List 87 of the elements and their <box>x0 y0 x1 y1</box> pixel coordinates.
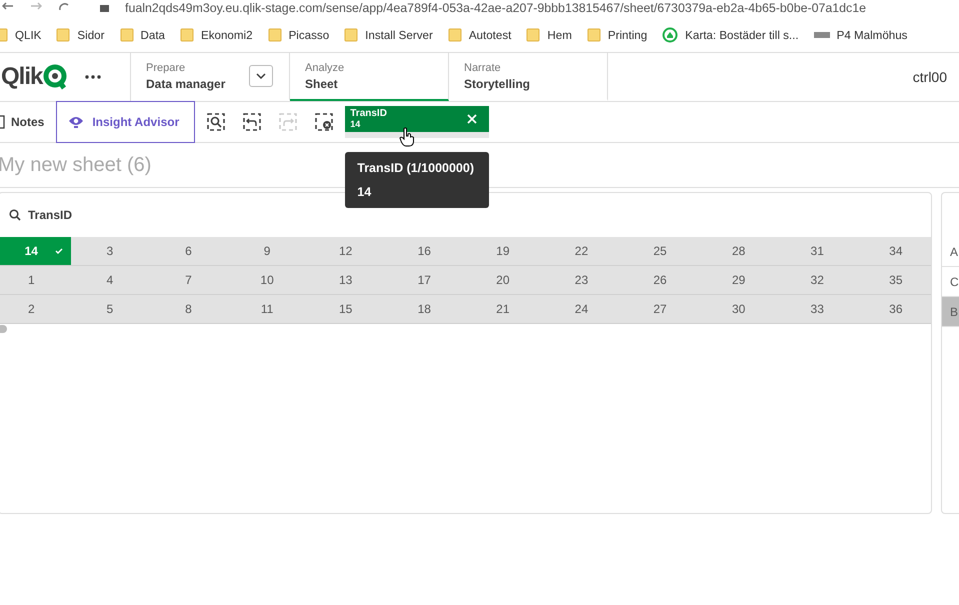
listbox-value[interactable]: 3 <box>70 237 150 266</box>
listbox-value[interactable]: 22 <box>542 237 621 266</box>
listbox-value[interactable]: 24 <box>542 295 621 324</box>
listbox-value[interactable]: 1 <box>0 266 71 295</box>
folder-icon <box>586 28 601 42</box>
scrollbar-thumb[interactable] <box>0 325 7 333</box>
house-icon <box>662 27 678 43</box>
selection-pill[interactable]: TransID 14 <box>345 106 490 138</box>
listbox-value[interactable]: 13 <box>306 266 385 295</box>
listbox-value[interactable]: A <box>942 237 959 267</box>
bookmark-item[interactable]: Printing <box>586 28 652 42</box>
dropdown-button[interactable] <box>249 65 273 87</box>
url-text[interactable]: fualn2qds49m3oy.eu.qlik-stage.com/sense/app/4ea789f4-053a-42ae-a207-9bbb13815467/sheet/6730379a-eb2a-4b65-b0be-07a1dc1e <box>125 0 866 18</box>
listbox-value[interactable]: B <box>942 297 959 327</box>
listbox-value[interactable]: 23 <box>542 266 621 295</box>
bookmark-item[interactable]: Karta: Bostäder till s... <box>662 27 803 43</box>
listbox-value[interactable]: 32 <box>778 266 857 295</box>
caret-icon <box>256 73 266 79</box>
listbox-value[interactable]: 5 <box>70 295 150 324</box>
listbox-value[interactable]: 20 <box>464 266 542 295</box>
listbox-value[interactable]: 29 <box>699 266 778 295</box>
bookmark-item[interactable]: Sidor <box>56 28 108 42</box>
nav-tab[interactable]: Prepare Data manager <box>131 53 290 101</box>
bookmark-item[interactable]: P4 Malmöhus <box>814 28 912 42</box>
undo-icon[interactable] <box>243 113 262 131</box>
more-icon[interactable] <box>85 75 102 79</box>
listbox-value[interactable]: 6 <box>149 237 228 266</box>
listbox-value[interactable]: 8 <box>149 295 228 324</box>
reload-icon[interactable] <box>58 2 70 10</box>
listbox-value[interactable]: 11 <box>228 295 306 324</box>
tooltip-title: TransID (1/1000000) <box>357 161 475 175</box>
folder-icon <box>344 28 358 42</box>
listbox-value[interactable]: 30 <box>699 295 778 324</box>
lock-icon <box>100 2 109 12</box>
nav-tab[interactable]: Analyze Sheet <box>290 53 449 101</box>
sheet-title: My new sheet (6) <box>0 154 152 176</box>
clear-selections-icon[interactable] <box>315 113 334 131</box>
close-icon[interactable] <box>467 114 478 124</box>
listbox-value[interactable]: 34 <box>856 237 931 266</box>
listbox-value[interactable]: 10 <box>228 266 306 295</box>
insight-advisor-button[interactable]: Insight Advisor <box>56 101 196 143</box>
listbox-value[interactable]: 35 <box>856 266 931 295</box>
listbox-value[interactable]: 16 <box>384 237 464 266</box>
folder-icon <box>120 28 134 42</box>
bookmark-item[interactable]: QLIK <box>0 28 46 42</box>
listbox-value[interactable]: 2 <box>0 295 71 324</box>
listbox-value[interactable]: 14 <box>0 237 71 266</box>
folder-icon <box>268 28 282 42</box>
hand-cursor-icon <box>399 127 416 147</box>
bookmark-item[interactable]: Autotest <box>448 28 516 42</box>
nav-tab[interactable]: Narrate Storytelling <box>449 53 608 101</box>
listbox-value[interactable]: 28 <box>699 237 778 266</box>
listbox-value[interactable]: 26 <box>620 266 700 295</box>
note-icon <box>0 115 6 129</box>
search-icon[interactable] <box>9 209 21 221</box>
listbox-value[interactable]: 33 <box>778 295 857 324</box>
listbox-value[interactable]: 17 <box>384 266 464 295</box>
listbox-value[interactable]: 7 <box>149 266 228 295</box>
logo: Qlik <box>1 63 68 91</box>
listbox-value[interactable]: 4 <box>70 266 150 295</box>
user-name[interactable]: ctrl00 <box>912 69 947 85</box>
bookmark-item[interactable]: Install Server <box>344 28 437 42</box>
station-logo-icon <box>814 31 830 39</box>
listbox-title: TransID <box>28 208 72 222</box>
listbox-value[interactable]: 36 <box>856 295 931 324</box>
listbox-value[interactable]: 18 <box>384 295 464 324</box>
listbox-value[interactable]: 19 <box>464 237 542 266</box>
search-icon[interactable] <box>207 113 226 131</box>
bookmark-item[interactable]: Ekonomi2 <box>180 28 257 42</box>
listbox-value[interactable]: 12 <box>306 237 385 266</box>
folder-icon <box>448 28 462 42</box>
bookmark-item[interactable]: Picasso <box>268 28 334 42</box>
folder-icon <box>56 28 70 42</box>
listbox-value[interactable]: 31 <box>778 237 857 266</box>
listbox-value[interactable]: 25 <box>620 237 700 266</box>
eye-icon <box>68 115 84 129</box>
listbox-value[interactable]: 27 <box>620 295 700 324</box>
check-icon <box>54 248 63 254</box>
listbox-value[interactable]: 9 <box>228 237 306 266</box>
bookmark-item[interactable]: Data <box>120 28 169 42</box>
back-arrow-icon[interactable] <box>2 2 14 10</box>
listbox-value[interactable]: 21 <box>464 295 542 324</box>
tooltip-value: 14 <box>357 185 372 199</box>
bookmark-item[interactable]: Hem <box>526 28 576 42</box>
folder-icon <box>180 28 194 42</box>
listbox-value[interactable]: 15 <box>306 295 385 324</box>
folder-icon <box>526 28 540 42</box>
